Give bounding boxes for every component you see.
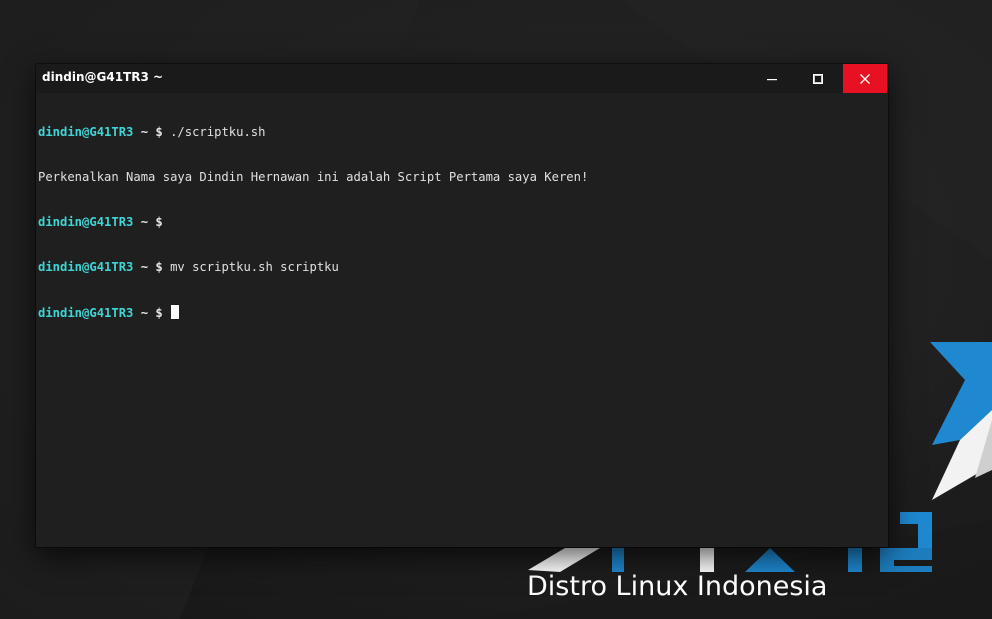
command-text bbox=[163, 306, 170, 320]
maximize-icon bbox=[813, 73, 823, 84]
prompt-path: ~ $ bbox=[133, 125, 163, 139]
terminal-line: dindin@G41TR3 ~ $ ./scriptku.sh bbox=[38, 125, 884, 140]
output-text: Perkenalkan Nama saya Dindin Hernawan in… bbox=[38, 170, 589, 184]
maximize-button[interactable] bbox=[796, 64, 840, 93]
wallpaper-tagline: Distro Linux Indonesia bbox=[527, 571, 828, 602]
titlebar[interactable]: dindin@G41TR3 ~ bbox=[36, 64, 888, 93]
text-cursor bbox=[171, 305, 180, 319]
command-text: ./scriptku.sh bbox=[162, 125, 266, 139]
close-icon bbox=[860, 73, 870, 84]
window-title: dindin@G41TR3 ~ bbox=[42, 70, 164, 84]
command-text: mv scriptku.sh scriptku bbox=[162, 260, 339, 274]
prompt-path: ~ $ bbox=[133, 260, 163, 274]
terminal-line: dindin@G41TR3 ~ $ bbox=[38, 305, 884, 320]
prompt-user: dindin@G41TR3 bbox=[38, 306, 134, 320]
close-button[interactable] bbox=[843, 64, 887, 93]
terminal-window[interactable]: dindin@G41TR3 ~ dindin@G41TR3 ~ $ ./scri… bbox=[36, 64, 888, 547]
prompt-path: ~ $ bbox=[133, 306, 163, 320]
prompt-user: dindin@G41TR3 bbox=[38, 215, 134, 229]
minimize-button[interactable] bbox=[750, 64, 794, 93]
minimize-icon bbox=[767, 78, 777, 80]
terminal-line: dindin@G41TR3 ~ $ mv scriptku.sh scriptk… bbox=[38, 260, 884, 275]
prompt-user: dindin@G41TR3 bbox=[38, 260, 134, 274]
terminal-output[interactable]: dindin@G41TR3 ~ $ ./scriptku.sh Perkenal… bbox=[38, 95, 884, 543]
prompt-path: ~ $ bbox=[133, 215, 163, 229]
terminal-line: dindin@G41TR3 ~ $ bbox=[38, 215, 884, 230]
prompt-user: dindin@G41TR3 bbox=[38, 125, 134, 139]
terminal-line: Perkenalkan Nama saya Dindin Hernawan in… bbox=[38, 170, 884, 185]
